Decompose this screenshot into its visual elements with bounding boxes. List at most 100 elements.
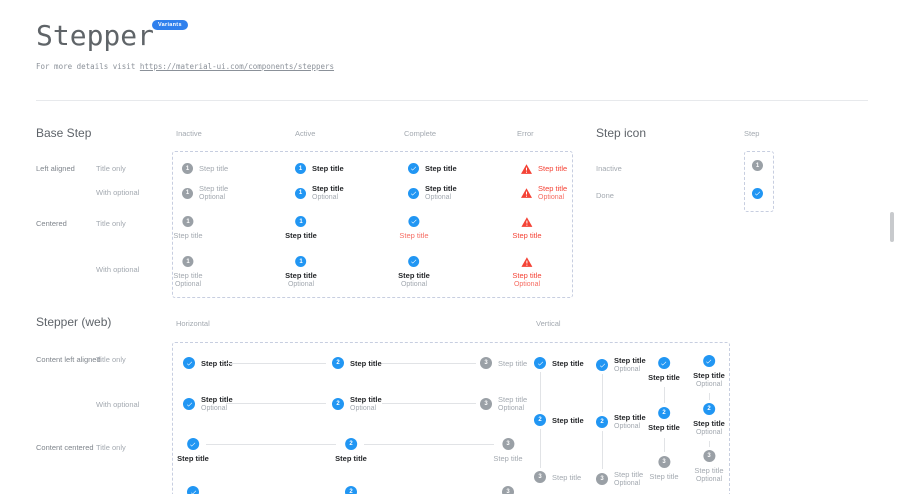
step-title: Step title (350, 359, 382, 368)
hstepper-step3-inactive-optional[interactable]: 3 Step titleOptional (480, 395, 527, 413)
step-connector (664, 438, 665, 452)
vstepper2-step3-inactive[interactable]: 3 Step titleOptional (596, 470, 643, 488)
step-number-icon: 2 (703, 403, 715, 415)
step-error-left-optional[interactable]: Step titleOptional (520, 184, 567, 202)
step-optional-label: Optional (175, 281, 201, 289)
vstepper2-step1-complete[interactable]: Step titleOptional (596, 356, 646, 374)
step-optional-label: Optional (538, 194, 567, 202)
row-label-with-optional: With optional (96, 265, 139, 274)
step-number-icon: 3 (534, 471, 546, 483)
step-number-icon: 2 (332, 398, 344, 410)
vstepper3-step1-complete[interactable]: Step title (648, 357, 680, 382)
step-active-left-optional[interactable]: 1 Step titleOptional (295, 184, 344, 202)
step-active-left[interactable]: 1 Step title (295, 163, 344, 174)
hstepper-centered2-step3-inactive[interactable]: 3 (502, 486, 514, 494)
vstepper1-step1-complete[interactable]: Step title (534, 357, 584, 369)
error-warning-icon (521, 256, 533, 267)
column-header-vertical: Vertical (536, 319, 561, 328)
step-optional-label: Optional (614, 423, 646, 431)
vstepper1-step3-inactive[interactable]: 3 Step title (534, 471, 581, 483)
column-header-active: Active (295, 129, 315, 138)
step-connector (664, 387, 665, 403)
step-number-icon: 3 (502, 438, 514, 450)
step-title: Step title (498, 359, 527, 368)
hstepper-centered-step3-inactive[interactable]: 3 Step title (493, 438, 522, 463)
vstepper4-step2-active[interactable]: 2 Step titleOptional (693, 403, 725, 437)
step-inactive-centered-optional[interactable]: 1 Step titleOptional (173, 256, 202, 289)
step-connector (226, 403, 326, 404)
step-title: Step title (199, 164, 228, 173)
step-inactive-centered[interactable]: 1 Step title (173, 216, 202, 240)
step-connector (540, 372, 541, 411)
page-title: Stepper (36, 20, 154, 52)
step-title: Step title (538, 184, 567, 193)
vstepper3-step3-inactive[interactable]: 3 Step title (649, 456, 678, 481)
step-number-icon: 2 (596, 416, 608, 428)
step-check-icon (183, 357, 195, 369)
step-check-icon (187, 486, 199, 494)
row-label-title-only: Title only (96, 164, 126, 173)
step-title: Step title (614, 356, 646, 365)
step-complete-left-optional[interactable]: Step titleOptional (408, 184, 457, 202)
step-complete-centered[interactable]: Step title (399, 216, 428, 240)
stepper-web-variants-container (172, 342, 730, 494)
hstepper-centered-step2-active[interactable]: 2 Step title (335, 438, 367, 463)
hstepper-centered-step1-complete[interactable]: Step title (177, 438, 209, 463)
step-check-icon (408, 163, 419, 174)
material-ui-link[interactable]: https://material-ui.com/components/stepp… (140, 62, 334, 71)
step-number-icon: 1 (183, 216, 194, 227)
vstepper3-step2-active[interactable]: 2 Step title (648, 407, 680, 432)
step-number-icon: 1 (182, 163, 193, 174)
step-active-centered-optional[interactable]: 1 Step titleOptional (285, 256, 317, 289)
step-error-centered-optional[interactable]: Step titleOptional (512, 256, 541, 289)
step-optional-label: Optional (201, 405, 233, 413)
row-label-with-optional: With optional (96, 188, 139, 197)
step-inactive-left[interactable]: 1 Step title (182, 163, 228, 174)
divider (36, 100, 868, 101)
row-label-title-only: Title only (96, 355, 126, 364)
step-optional-label: Optional (199, 194, 228, 202)
row-label-content-left-aligned: Content left aligned (36, 355, 101, 364)
step-check-icon (408, 188, 419, 199)
step-title: Step title (398, 271, 430, 280)
step-number-icon: 2 (534, 414, 546, 426)
step-check-icon (409, 216, 420, 227)
scrollbar-thumb[interactable] (890, 212, 894, 242)
vstepper1-step2-active[interactable]: 2 Step title (534, 414, 584, 426)
step-title: Step title (173, 231, 202, 240)
step-title: Step title (614, 413, 646, 422)
hstepper-step3-inactive[interactable]: 3 Step title (480, 357, 527, 369)
hstepper-step2-active-optional[interactable]: 2 Step titleOptional (332, 395, 382, 413)
step-error-left[interactable]: Step title (520, 163, 567, 174)
step-optional-label: Optional (696, 429, 722, 437)
step-active-centered[interactable]: 1 Step title (285, 216, 317, 240)
step-title: Step title (285, 271, 317, 280)
column-header-complete: Complete (404, 129, 436, 138)
step-number-icon: 2 (345, 486, 357, 494)
step-title: Step title (199, 184, 228, 193)
subtitle: For more details visit https://material-… (36, 62, 334, 71)
hstepper-centered2-step1-complete[interactable] (187, 486, 199, 494)
step-icon-done[interactable] (752, 188, 763, 199)
vstepper4-step1-complete[interactable]: Step titleOptional (693, 355, 725, 389)
step-title: Step title (425, 164, 457, 173)
step-optional-label: Optional (696, 381, 722, 389)
step-check-icon (408, 256, 419, 267)
step-title: Step title (285, 231, 317, 240)
step-number-icon: 1 (182, 188, 193, 199)
step-error-centered[interactable]: Step title (512, 216, 541, 240)
step-complete-left[interactable]: Step title (408, 163, 457, 174)
vstepper2-step2-active[interactable]: 2 Step titleOptional (596, 413, 646, 431)
step-title: Step title (552, 416, 584, 425)
hstepper-step2-active[interactable]: 2 Step title (332, 357, 382, 369)
step-check-icon (596, 359, 608, 371)
hstepper-centered2-step2-active[interactable]: 2 (345, 486, 357, 494)
row-label-done: Done (596, 191, 614, 200)
hstepper-step1-complete-optional[interactable]: Step titleOptional (183, 395, 233, 413)
step-title: Step title (425, 184, 457, 193)
step-title: Step title (694, 466, 723, 475)
step-icon-inactive[interactable]: 1 (752, 160, 763, 171)
vstepper4-step3-inactive[interactable]: 3 Step titleOptional (694, 450, 723, 484)
step-inactive-left-optional[interactable]: 1 Step titleOptional (182, 184, 228, 202)
step-complete-centered-optional[interactable]: Step titleOptional (398, 256, 430, 289)
